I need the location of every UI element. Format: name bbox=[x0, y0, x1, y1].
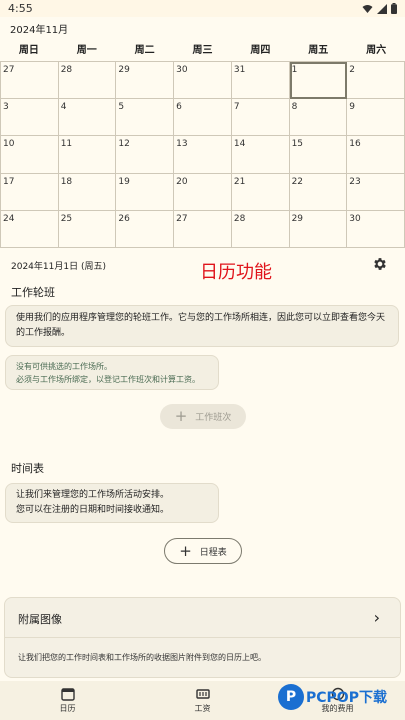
nav-item-payroll[interactable]: 工资 bbox=[135, 681, 270, 720]
watermark-text: PCPOP下载 bbox=[306, 690, 387, 706]
chevron-right-icon[interactable]: › bbox=[374, 608, 380, 627]
nav-calendar-label: 日历 bbox=[59, 704, 76, 713]
shift-notice-line1: 没有可供挑选的工作场所。 bbox=[16, 362, 112, 371]
weekday-header: 周日 周一 周二 周三 周四 周五 周六 bbox=[0, 40, 405, 61]
attachments-description: 让我们把您的工作时间表和工作场所的收据图片附件到您的日历上吧。 bbox=[18, 653, 266, 662]
calendar-day-cell[interactable]: 29 bbox=[289, 210, 348, 248]
calendar-day-cell[interactable]: 28 bbox=[231, 210, 290, 248]
status-time: 4:55 bbox=[8, 2, 33, 15]
weekday-thu: 周四 bbox=[250, 45, 271, 56]
calendar-day-cell[interactable]: 20 bbox=[174, 173, 232, 211]
add-shift-button[interactable]: + 工作班次 bbox=[160, 404, 246, 429]
calendar-day-cell[interactable]: 27 bbox=[174, 210, 232, 248]
calendar-day-cell[interactable]: 11 bbox=[58, 136, 117, 174]
selected-date: 2024年11月1日 (周五) bbox=[11, 262, 106, 272]
payroll-icon bbox=[195, 689, 210, 699]
calendar-day-cell[interactable]: 3 bbox=[1, 99, 59, 137]
calendar-day-cell[interactable]: 14 bbox=[231, 136, 290, 174]
calendar-day-cell[interactable]: 15 bbox=[289, 136, 348, 174]
weekday-mon: 周一 bbox=[76, 45, 97, 56]
calendar-day-cell[interactable]: 27 bbox=[1, 62, 59, 100]
calendar-day-cell[interactable]: 1 bbox=[289, 62, 348, 100]
weekday-fri: 周五 bbox=[308, 45, 329, 56]
shift-description: 使用我们的应用程序管理您的轮班工作。它与您的工作场所相连，因此您可以立即查看您今… bbox=[16, 313, 386, 338]
nav-payroll-label: 工资 bbox=[194, 704, 211, 713]
calendar-day-cell[interactable]: 30 bbox=[347, 210, 405, 248]
calendar-grid: 27 28 29 30 31 1 2 3 4 5 6 7 8 9 10 11 12 13 14 15 16 17 18 19 2… bbox=[0, 61, 405, 248]
attachments-title: 附属图像 bbox=[18, 613, 62, 626]
calendar-day-cell[interactable]: 30 bbox=[174, 62, 232, 100]
status-bar: 4:55 bbox=[0, 0, 405, 17]
attachments-panel[interactable]: 附属图像 › 让我们把您的工作时间表和工作场所的收据图片附件到您的日历上吧。 bbox=[4, 597, 401, 678]
status-icons bbox=[362, 3, 397, 14]
pcpop-logo-icon: P bbox=[278, 684, 304, 710]
add-schedule-button[interactable]: + 日程表 bbox=[164, 538, 242, 564]
calendar-day-cell[interactable]: 5 bbox=[116, 99, 175, 137]
calendar-day-cell[interactable]: 31 bbox=[231, 62, 290, 100]
calendar-day-cell[interactable]: 19 bbox=[116, 173, 175, 211]
calendar-day-cell[interactable]: 7 bbox=[231, 99, 290, 137]
calendar-day-cell[interactable]: 2 bbox=[347, 62, 405, 100]
schedule-description-card: 让我们来管理您的工作场所活动安排。 您可以在注册的日期和时间接收通知。 bbox=[5, 483, 219, 523]
calendar-day-cell[interactable]: 8 bbox=[289, 99, 348, 137]
calendar-day-cell[interactable]: 23 bbox=[347, 173, 405, 211]
plus-icon: + bbox=[174, 407, 188, 425]
signal-icon bbox=[377, 3, 387, 14]
schedule-description-line2: 您可以在注册的日期和时间接收通知。 bbox=[16, 505, 170, 515]
shift-description-card: 使用我们的应用程序管理您的轮班工作。它与您的工作场所相连，因此您可以立即查看您今… bbox=[5, 305, 399, 347]
divider bbox=[5, 637, 400, 638]
calendar-icon bbox=[60, 688, 75, 701]
battery-icon bbox=[391, 3, 397, 14]
calendar-day-cell[interactable]: 18 bbox=[58, 173, 117, 211]
calendar-day-cell[interactable]: 6 bbox=[174, 99, 232, 137]
calendar-day-cell[interactable]: 21 bbox=[231, 173, 290, 211]
add-schedule-label: 日程表 bbox=[199, 547, 227, 558]
weekday-wed: 周三 bbox=[192, 45, 213, 56]
calendar-day-cell[interactable]: 26 bbox=[116, 210, 175, 248]
calendar-day-cell[interactable]: 25 bbox=[58, 210, 117, 248]
calendar-day-cell[interactable]: 9 bbox=[347, 99, 405, 137]
calendar-day-cell[interactable]: 16 bbox=[347, 136, 405, 174]
calendar-day-cell[interactable]: 10 bbox=[1, 136, 59, 174]
shift-notice-line2: 必须与工作场所绑定，以登记工作班次和计算工资。 bbox=[16, 375, 200, 384]
add-shift-label: 工作班次 bbox=[195, 413, 232, 423]
calendar-day-cell[interactable]: 24 bbox=[1, 210, 59, 248]
calendar-day-cell[interactable]: 17 bbox=[1, 173, 59, 211]
weekday-sun: 周日 bbox=[18, 45, 39, 56]
month-label: 2024年11月 bbox=[10, 25, 69, 36]
shift-notice-card: 没有可供挑选的工作场所。 必须与工作场所绑定，以登记工作班次和计算工资。 bbox=[5, 355, 219, 390]
plus-icon: + bbox=[179, 541, 192, 560]
calendar-day-cell[interactable]: 29 bbox=[116, 62, 175, 100]
weekday-tue: 周二 bbox=[134, 45, 155, 56]
weekday-sat: 周六 bbox=[366, 45, 387, 56]
gear-icon[interactable] bbox=[372, 256, 388, 272]
calendar-day-cell[interactable]: 22 bbox=[289, 173, 348, 211]
calendar-day-cell[interactable]: 28 bbox=[58, 62, 117, 100]
shift-section-title: 工作轮班 bbox=[11, 286, 55, 299]
schedule-section-title: 时间表 bbox=[11, 462, 44, 475]
feature-title: 日历功能 bbox=[200, 262, 272, 283]
calendar-day-cell[interactable]: 13 bbox=[174, 136, 232, 174]
nav-item-calendar[interactable]: 日历 bbox=[0, 681, 135, 720]
calendar-day-cell[interactable]: 12 bbox=[116, 136, 175, 174]
schedule-description-line1: 让我们来管理您的工作场所活动安排。 bbox=[16, 490, 170, 500]
pcpop-watermark-logo: P PCPOP下载 bbox=[278, 684, 387, 710]
wifi-icon bbox=[362, 4, 373, 13]
calendar-day-cell[interactable]: 4 bbox=[58, 99, 117, 137]
